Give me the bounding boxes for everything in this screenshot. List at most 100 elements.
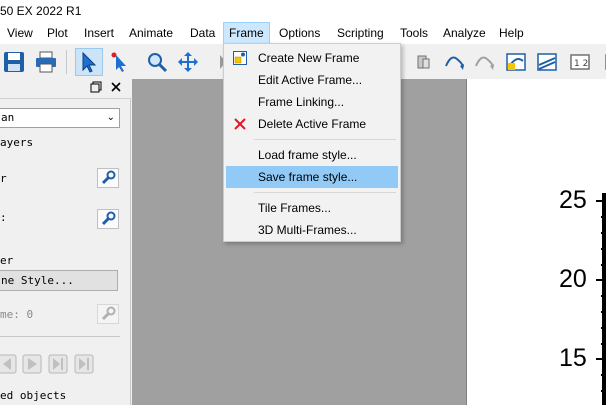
- zoom-button[interactable]: [143, 48, 171, 76]
- last-frame-button[interactable]: [73, 352, 95, 376]
- menu-insert[interactable]: Insert: [79, 22, 119, 44]
- menu-item-label: 3D Multi-Frames...: [258, 223, 357, 237]
- y-minor-tick: [601, 374, 606, 376]
- frame-details-button[interactable]: [97, 304, 119, 324]
- sidebar-divider: [0, 336, 120, 337]
- y-major-tick: [596, 358, 606, 360]
- print-button[interactable]: [32, 48, 60, 76]
- step-back-button[interactable]: [0, 352, 18, 376]
- wrench-icon: [101, 170, 116, 185]
- menu-item-3d-multi-frames[interactable]: 3D Multi-Frames...: [226, 219, 398, 241]
- objects-label: ed objects: [0, 389, 67, 402]
- plot-type-value: an: [1, 111, 15, 124]
- menu-frame[interactable]: Frame: [223, 22, 270, 44]
- y-tick-label: 25: [559, 186, 587, 214]
- step-forward-button[interactable]: [47, 352, 69, 376]
- menu-separator: [254, 192, 396, 193]
- restore-icon: [90, 81, 102, 93]
- menu-item-edit-active-frame[interactable]: Edit Active Frame...: [226, 69, 398, 91]
- y-major-tick: [596, 200, 606, 202]
- streamtrace-disabled-button[interactable]: [470, 48, 498, 76]
- menu-item-label: Delete Active Frame: [258, 117, 367, 131]
- contour-add-icon: [506, 53, 526, 71]
- streamtrace-icon: [445, 56, 464, 70]
- menu-bar: View Plot Insert Animate Data Frame Opti…: [0, 22, 606, 44]
- menu-item-label: Edit Active Frame...: [258, 73, 363, 87]
- save-icon: [4, 52, 24, 72]
- magnifier-icon: [148, 53, 168, 73]
- menu-item-create-new-frame[interactable]: Create New Frame: [226, 47, 398, 69]
- curve-arrow-icon: [475, 56, 494, 70]
- window-title: 50 EX 2022 R1: [0, 4, 82, 18]
- title-bar: 50 EX 2022 R1: [0, 0, 606, 22]
- text-tool-button[interactable]: 1 2: [566, 48, 594, 76]
- order-label: er: [0, 254, 14, 267]
- menu-analyze[interactable]: Analyze: [438, 22, 491, 44]
- layer2-details-button[interactable]: [97, 209, 119, 229]
- menu-item-label: Create New Frame: [258, 51, 360, 65]
- sidebar-panel: an ⌄ ayers r : er ne Style... me: 0 ed o…: [0, 79, 131, 405]
- slice-tool-button[interactable]: [410, 48, 438, 76]
- selector-tool-button[interactable]: [75, 48, 103, 76]
- skip-end-icon: [74, 354, 94, 374]
- layer-details-button[interactable]: [97, 168, 119, 188]
- frame-menu-dropdown: Create New Frame Edit Active Frame... Fr…: [223, 43, 401, 242]
- step-forward-icon: [48, 354, 68, 374]
- streamtrace-button[interactable]: [440, 48, 468, 76]
- gear-wrench-icon: [101, 211, 116, 226]
- menu-tools[interactable]: Tools: [395, 22, 433, 44]
- menu-options[interactable]: Options: [274, 22, 325, 44]
- printer-icon: [36, 51, 56, 73]
- wrench-disabled-icon: [101, 306, 116, 321]
- menu-item-label: Save frame style...: [258, 170, 358, 184]
- y-minor-tick: [601, 343, 606, 345]
- y-minor-tick: [601, 295, 606, 297]
- y-minor-tick: [601, 216, 606, 218]
- frame-style-button[interactable]: ne Style...: [0, 270, 118, 291]
- menu-animate[interactable]: Animate: [124, 22, 178, 44]
- pointer-arrow-icon: [82, 51, 97, 73]
- y-minor-tick: [601, 264, 606, 266]
- y-major-tick: [596, 279, 606, 281]
- text-box-icon: 1 2: [570, 54, 590, 70]
- menu-item-label: Load frame style...: [258, 148, 357, 162]
- adjustor-tool-button[interactable]: [106, 48, 134, 76]
- sidebar-header: [0, 79, 131, 99]
- layer-row2-label: :: [0, 211, 7, 224]
- y-minor-tick: [601, 327, 606, 329]
- menu-plot[interactable]: Plot: [42, 22, 73, 44]
- chevron-down-icon: ⌄: [106, 112, 115, 123]
- play-button[interactable]: [21, 352, 43, 376]
- slice-icon: [417, 55, 430, 69]
- restore-panel-button[interactable]: [88, 81, 104, 97]
- close-panel-button[interactable]: [108, 81, 124, 97]
- menu-item-save-frame-style[interactable]: Save frame style...: [226, 166, 398, 188]
- y-tick-label: 15: [559, 344, 587, 372]
- move-arrows-icon: [178, 52, 198, 72]
- play-icon: [22, 354, 42, 374]
- y-minor-tick: [601, 232, 606, 234]
- menu-data[interactable]: Data: [185, 22, 220, 44]
- save-button[interactable]: [0, 48, 28, 76]
- layer-row-label: r: [0, 172, 7, 185]
- translate-button[interactable]: [174, 48, 202, 76]
- menu-item-load-frame-style[interactable]: Load frame style...: [226, 144, 398, 166]
- layers-label: ayers: [0, 136, 34, 149]
- menu-scripting[interactable]: Scripting: [332, 22, 389, 44]
- delete-x-icon: [234, 118, 246, 130]
- plot-type-select[interactable]: an ⌄: [0, 108, 120, 128]
- menu-item-delete-active-frame[interactable]: Delete Active Frame: [226, 113, 398, 135]
- menu-item-frame-linking[interactable]: Frame Linking...: [226, 91, 398, 113]
- y-tick-label: 20: [559, 265, 587, 293]
- menu-view[interactable]: View: [2, 22, 38, 44]
- menu-item-tile-frames[interactable]: Tile Frames...: [226, 197, 398, 219]
- application-window: 50 EX 2022 R1 View Plot Insert Animate D…: [0, 0, 606, 405]
- menu-help[interactable]: Help: [494, 22, 529, 44]
- overflow-tool-button[interactable]: [596, 48, 606, 76]
- step-back-icon: [0, 354, 17, 374]
- contour-add-button[interactable]: [502, 48, 530, 76]
- contour-edit-button[interactable]: [533, 48, 561, 76]
- y-minor-tick: [601, 390, 606, 392]
- contour-lines-icon: [537, 53, 557, 71]
- y-minor-tick: [601, 311, 606, 313]
